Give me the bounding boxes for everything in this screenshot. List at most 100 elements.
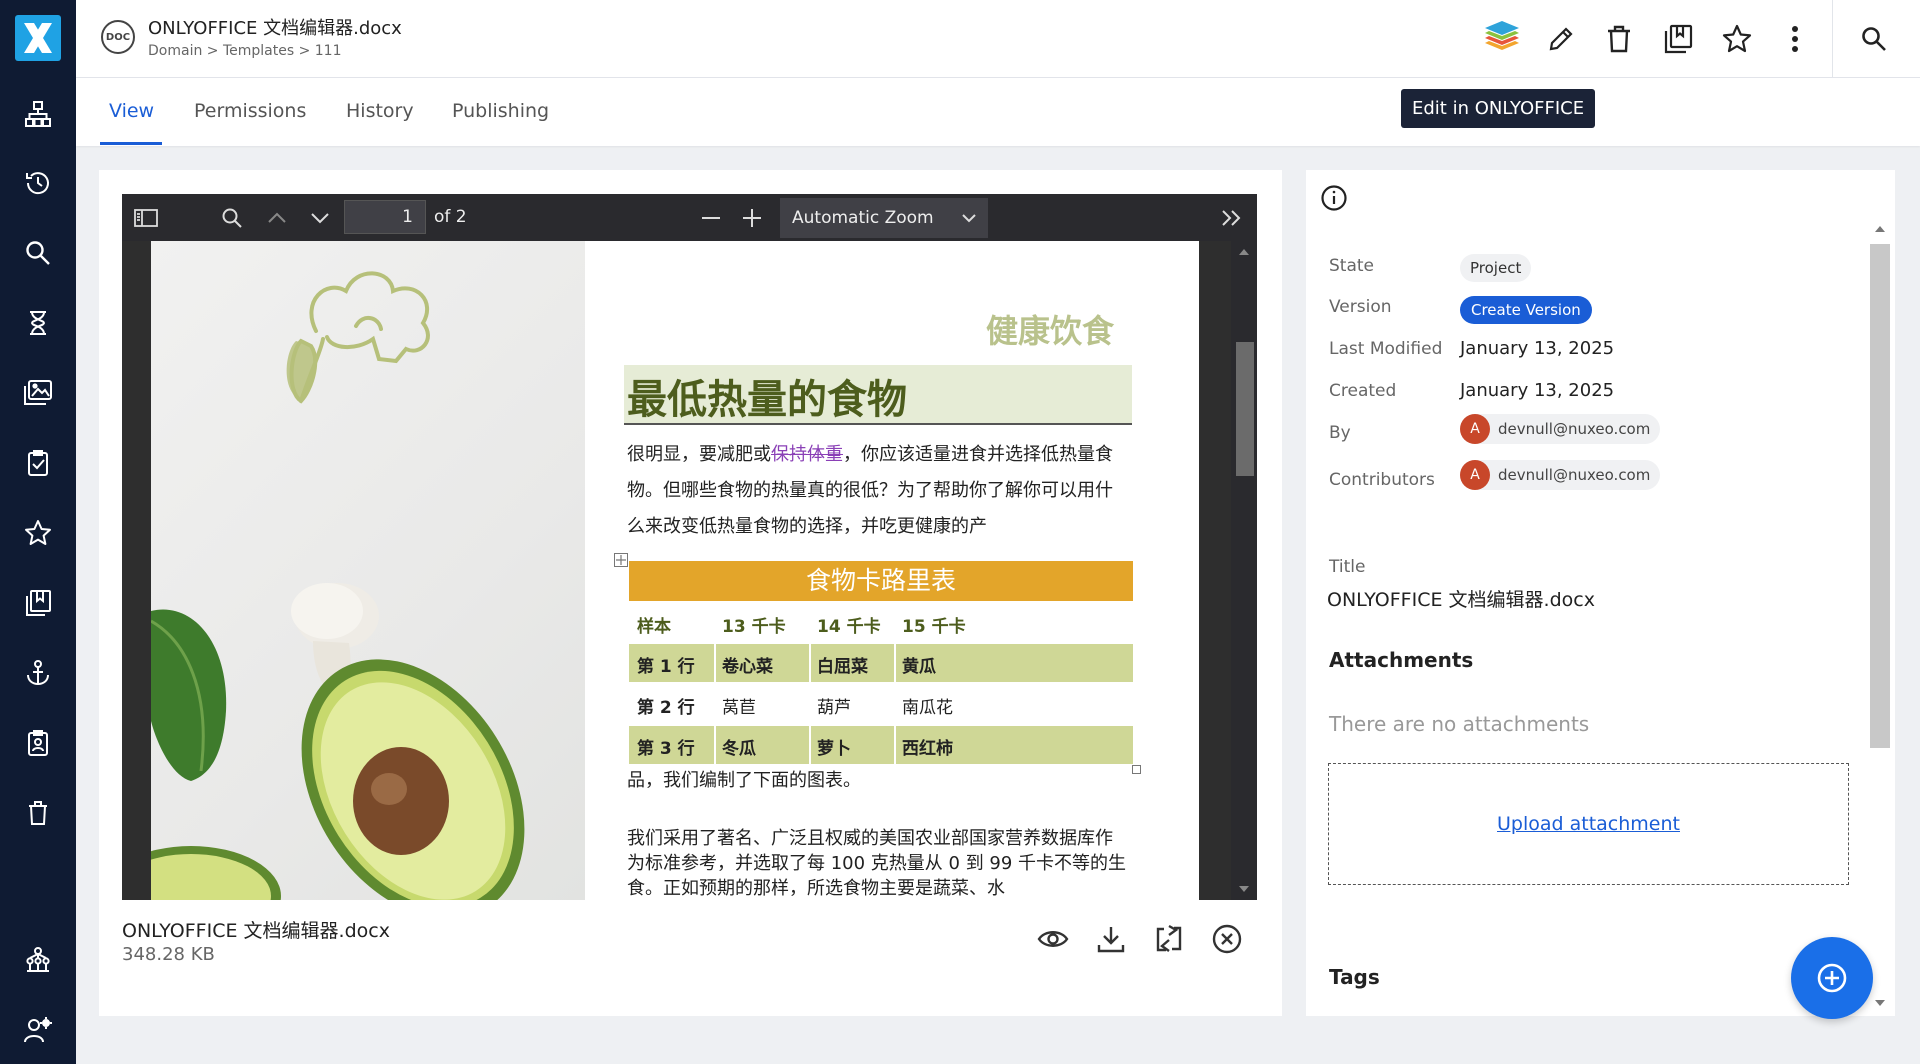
page-title: ONLYOFFICE 文档编辑器.docx xyxy=(148,18,402,39)
delete-icon xyxy=(1608,25,1630,53)
scrollbar-thumb[interactable] xyxy=(1870,244,1890,748)
user-settings-icon[interactable] xyxy=(22,1014,54,1046)
tab-history[interactable]: History xyxy=(346,100,414,122)
more-actions-button[interactable] xyxy=(1774,18,1816,60)
document-header: DOC ONLYOFFICE 文档编辑器.docx Domain > Templ… xyxy=(76,0,1920,78)
chevron-up-icon xyxy=(268,212,286,223)
paragraph-intro-a: 很明显，要减肥或 xyxy=(627,444,771,465)
find-button[interactable] xyxy=(218,204,246,232)
state-label: State xyxy=(1329,256,1374,276)
tab-permissions[interactable]: Permissions xyxy=(194,100,306,122)
author-user-chip[interactable]: A devnull@nuxeo.com xyxy=(1460,414,1661,444)
cell-separator xyxy=(894,726,896,764)
document-metadata-panel: State Project Version Create Version Las… xyxy=(1306,170,1895,1016)
scroll-up-arrow-icon xyxy=(1875,226,1885,232)
page-heading: 最低热量的食物 xyxy=(627,377,907,423)
table-cell: 萝卜 xyxy=(817,739,851,759)
contributor-user-chip[interactable]: A devnull@nuxeo.com xyxy=(1460,460,1661,490)
gallery-icon[interactable] xyxy=(22,377,54,409)
favorite-button[interactable] xyxy=(1716,18,1758,60)
document-view-card: of 2 Automatic Zoom xyxy=(99,170,1282,1016)
favorites-star-icon[interactable] xyxy=(22,517,54,549)
by-label: By xyxy=(1329,423,1351,443)
nuxeo-logo[interactable] xyxy=(15,15,61,61)
edit-button[interactable] xyxy=(1540,18,1582,60)
minus-icon xyxy=(702,217,720,219)
contributors-label: Contributors xyxy=(1329,470,1435,490)
create-fab-button[interactable] xyxy=(1791,937,1873,1019)
tracked-change-link[interactable]: 保持体重 xyxy=(771,444,843,465)
table-move-handle-icon xyxy=(614,553,628,567)
onlyoffice-icon xyxy=(1485,21,1519,50)
remove-button[interactable] xyxy=(1209,921,1245,957)
created-value: January 13, 2025 xyxy=(1460,380,1615,401)
breadcrumb[interactable]: Domain > Templates > 111 xyxy=(148,43,341,59)
onlyoffice-edit-button[interactable] xyxy=(1481,18,1523,60)
food-photo xyxy=(151,241,585,900)
next-page-button[interactable] xyxy=(306,204,334,232)
cell-separator xyxy=(714,644,716,682)
avatar: A xyxy=(1460,414,1490,444)
hourglass-icon[interactable] xyxy=(22,307,54,339)
browse-hierarchy-icon[interactable] xyxy=(22,98,54,130)
table-resize-handle-icon xyxy=(1132,765,1141,774)
side-panel-scrollbar[interactable] xyxy=(1870,216,1890,1016)
scrollbar-thumb[interactable] xyxy=(1236,342,1254,476)
edit-icon xyxy=(1549,27,1573,51)
download-icon xyxy=(1097,927,1125,953)
admin-tree-icon[interactable] xyxy=(22,944,54,976)
tasks-icon[interactable] xyxy=(22,447,54,479)
calorie-table-caption: 食物卡路里表 xyxy=(629,561,1133,601)
anchor-icon[interactable] xyxy=(22,657,54,689)
cell-separator xyxy=(809,644,811,682)
zoom-select[interactable]: Automatic Zoom xyxy=(780,198,988,238)
table-cell: 冬瓜 xyxy=(722,739,756,759)
sidebar-toggle-button[interactable] xyxy=(132,204,160,232)
delete-button[interactable] xyxy=(1598,18,1640,60)
upload-attachment-link[interactable]: Upload attachment xyxy=(1497,813,1680,835)
no-attachments-message: There are no attachments xyxy=(1329,712,1590,736)
cell-separator xyxy=(809,726,811,764)
viewer-scrollbar[interactable] xyxy=(1231,241,1257,900)
cell-separator xyxy=(894,644,896,682)
zoom-out-button[interactable] xyxy=(697,204,725,232)
clipboard-user-icon[interactable] xyxy=(22,727,54,759)
table-row: 第 2 行 莴苣 葫芦 南瓜花 xyxy=(629,685,1133,723)
header-divider xyxy=(1832,0,1833,78)
file-size: 348.28 KB xyxy=(122,944,215,965)
history-icon[interactable] xyxy=(22,167,54,199)
preview-eye-icon xyxy=(1037,931,1069,947)
scroll-down-arrow-icon xyxy=(1875,1000,1885,1006)
attachment-dropzone[interactable]: Upload attachment xyxy=(1328,763,1849,885)
page-number-input[interactable] xyxy=(344,200,426,234)
tab-publishing[interactable]: Publishing xyxy=(452,100,549,122)
last-modified-label: Last Modified xyxy=(1329,339,1443,359)
chevron-down-icon xyxy=(311,213,329,224)
collections-icon[interactable] xyxy=(22,587,54,619)
create-version-button[interactable]: Create Version xyxy=(1460,296,1592,324)
previous-page-button[interactable] xyxy=(263,204,291,232)
favorite-star-icon xyxy=(1722,24,1752,53)
add-to-collection-button[interactable] xyxy=(1657,18,1699,60)
tab-view[interactable]: View xyxy=(109,100,154,122)
table-cell: 第 3 行 xyxy=(637,739,695,759)
title-value: ONLYOFFICE 文档编辑器.docx xyxy=(1327,589,1595,611)
zoom-select-value: Automatic Zoom xyxy=(792,208,934,228)
replace-button[interactable] xyxy=(1151,921,1187,957)
trash-icon[interactable] xyxy=(22,797,54,829)
title-label: Title xyxy=(1329,557,1366,577)
zoom-in-button[interactable] xyxy=(738,204,766,232)
avatar: A xyxy=(1460,460,1490,490)
contributor-email: devnull@nuxeo.com xyxy=(1498,466,1651,484)
preview-button[interactable] xyxy=(1035,921,1071,957)
add-to-collection-icon xyxy=(1664,24,1693,54)
global-search-button[interactable] xyxy=(1853,18,1895,60)
chevron-down-icon xyxy=(962,213,976,222)
scroll-up-arrow-icon xyxy=(1239,249,1249,255)
last-modified-value: January 13, 2025 xyxy=(1460,338,1615,359)
search-icon[interactable] xyxy=(22,237,54,269)
pdf-viewer: of 2 Automatic Zoom xyxy=(122,194,1257,900)
table-cell: 莴苣 xyxy=(722,698,756,718)
download-button[interactable] xyxy=(1093,921,1129,957)
tools-menu-button[interactable] xyxy=(1218,204,1246,232)
